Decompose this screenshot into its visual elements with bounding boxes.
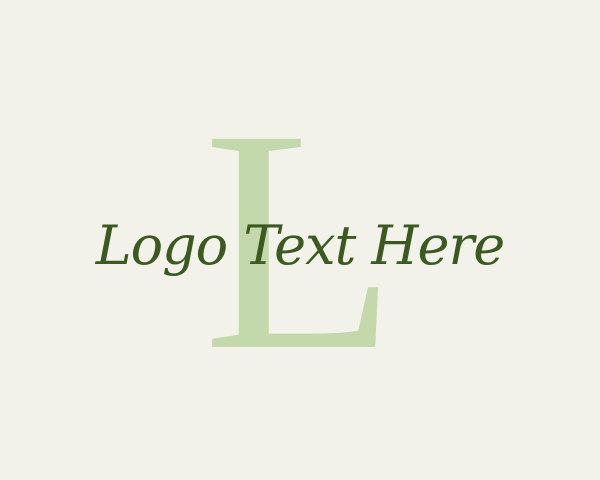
logo-text: Logo Text Here [95,213,506,277]
logo-canvas: L Logo Text Here [0,0,600,480]
